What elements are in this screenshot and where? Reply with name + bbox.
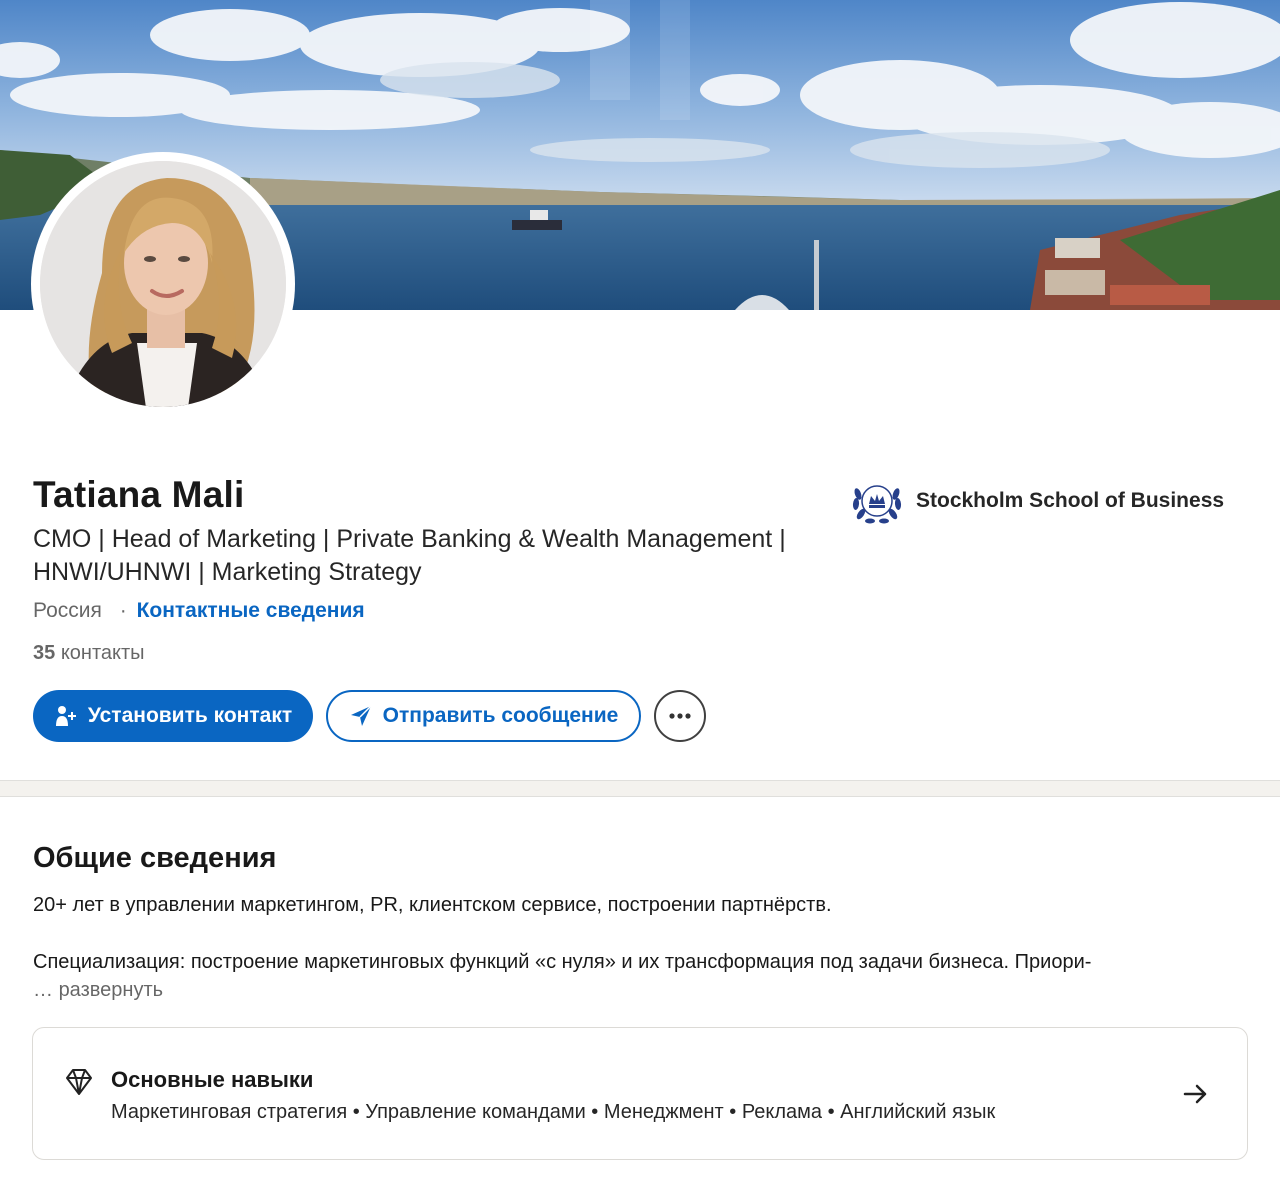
- arrow-right-icon[interactable]: [1183, 1082, 1209, 1111]
- about-expand-link[interactable]: развернуть: [59, 979, 163, 1001]
- about-paragraph-2: Специализация: построение маркетинговых …: [33, 951, 1092, 973]
- about-section-title: Общие сведения: [33, 842, 277, 874]
- top-skills-list: Маркетинговая стратегия • Управление ком…: [111, 1101, 996, 1123]
- profile-location: Россия: [33, 599, 102, 622]
- profile-headline: CMO | Head of Marketing | Private Bankin…: [33, 523, 833, 589]
- about-ellipsis: …: [33, 979, 53, 1001]
- laurel-crown-crest-icon: [850, 474, 904, 528]
- connections-label: контакты: [60, 642, 145, 664]
- headline-line-2: HNWI/UHNWI | Marketing Strategy: [33, 558, 422, 586]
- more-actions-button[interactable]: [654, 690, 706, 742]
- education-school-name: Stockholm School of Business: [916, 489, 1225, 512]
- connect-button[interactable]: Установить контакт: [33, 690, 313, 742]
- top-skills-title: Основные навыки: [111, 1067, 314, 1092]
- add-person-icon: [54, 704, 78, 728]
- paper-plane-icon: [349, 704, 373, 728]
- headline-line-1: CMO | Head of Marketing | Private Bankin…: [33, 525, 786, 553]
- about-expand-row[interactable]: … развернуть: [33, 977, 163, 1003]
- top-skills-card[interactable]: Основные навыки Маркетинговая стратегия …: [32, 1027, 1248, 1160]
- connections-count[interactable]: 35 контакты: [33, 640, 145, 666]
- profile-photo[interactable]: [32, 153, 294, 415]
- about-paragraph-1: 20+ лет в управлении маркетингом, PR, кл…: [33, 894, 832, 916]
- contact-info-link[interactable]: Контактные сведения: [137, 599, 365, 622]
- connections-number: 35: [33, 642, 56, 664]
- education-link[interactable]: Stockholm School of Business: [850, 474, 1224, 528]
- ellipsis-icon: [668, 707, 692, 725]
- location-separator: ·: [119, 599, 127, 622]
- profile-name: Tatiana Mali: [33, 474, 245, 515]
- profile-card: Tatiana Mali CMO | Head of Marketing | P…: [0, 0, 1280, 781]
- connect-button-label: Установить контакт: [87, 704, 293, 727]
- send-message-button[interactable]: Отправить сообщение: [326, 690, 641, 742]
- diamond-icon: [63, 1066, 95, 1103]
- send-message-label: Отправить сообщение: [382, 704, 619, 727]
- location-row: Россия · Контактные сведения: [33, 597, 365, 625]
